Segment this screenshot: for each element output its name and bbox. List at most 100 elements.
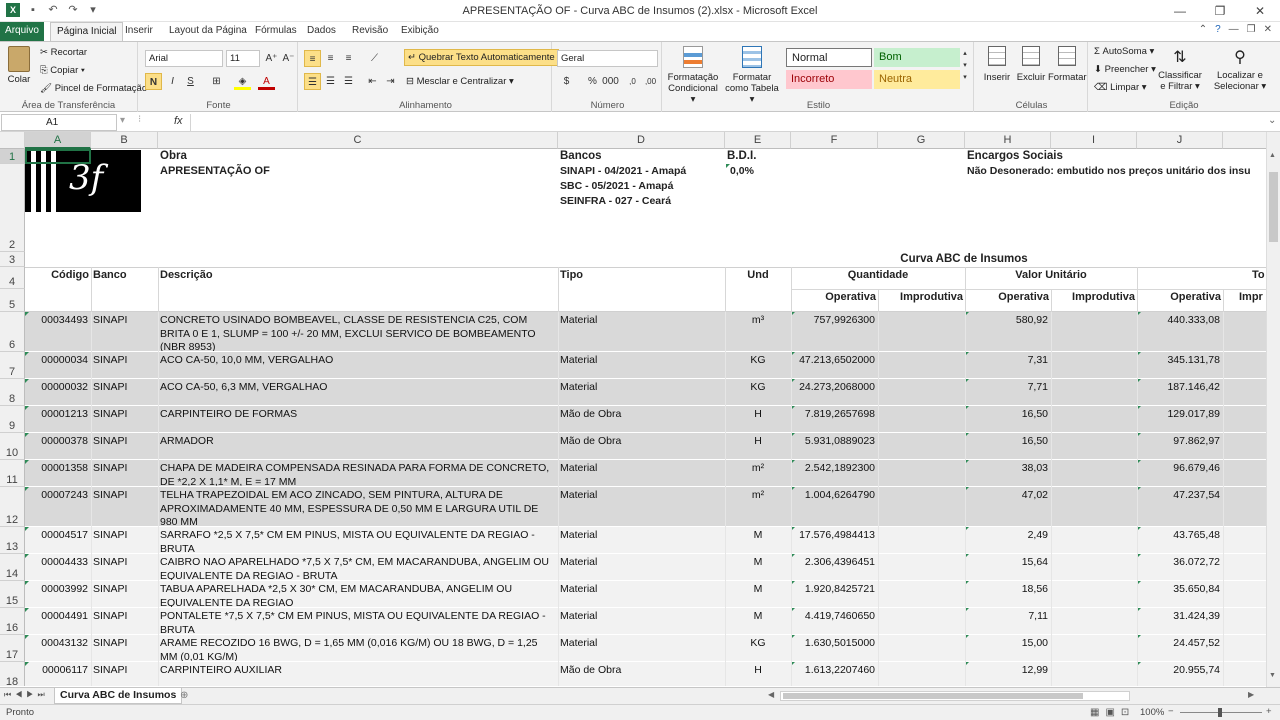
cell-tipo[interactable]: Material (560, 610, 723, 634)
sheet-nav-icon[interactable]: ⏮◀▶⏭ (4, 690, 49, 700)
vertical-scroll-thumb[interactable] (1269, 172, 1278, 242)
cell-total[interactable]: 129.017,89 (1137, 408, 1220, 432)
row-header[interactable]: 9 (0, 406, 25, 433)
style-bom[interactable]: Bom (874, 48, 960, 67)
cell-quantidade[interactable]: 1.920,8425721 (791, 583, 875, 607)
cell-total[interactable]: 187.146,42 (1137, 381, 1220, 405)
font-size-select[interactable]: 11 (226, 50, 260, 67)
tab-dados[interactable]: Dados (301, 22, 342, 41)
col-header-b[interactable]: B (91, 132, 158, 149)
cell-total[interactable]: 440.333,08 (1137, 314, 1220, 351)
grow-font-icon[interactable]: A⁺ (263, 50, 280, 67)
cell-tipo[interactable]: Material (560, 489, 723, 526)
cell-banco[interactable]: SINAPI (93, 381, 157, 405)
clear-button[interactable]: ⌫ Limpar ▾ (1094, 82, 1147, 93)
align-top-icon[interactable]: ≡ (304, 50, 321, 67)
cell-quantidade[interactable]: 17.576,4984413 (791, 529, 875, 553)
wrap-text-button[interactable]: ↵ Quebrar Texto Automaticamente (404, 49, 559, 66)
minimize-icon[interactable]: — (1160, 0, 1200, 22)
new-sheet-icon[interactable]: ⊕ (180, 690, 188, 701)
cell-descricao[interactable]: CONCRETO USINADO BOMBEAVEL, CLASSE DE RE… (160, 314, 556, 351)
cell-codigo[interactable]: 00001358 (25, 462, 88, 486)
cell-tipo[interactable]: Material (560, 462, 723, 486)
cell-valor-unitario[interactable]: 38,03 (965, 462, 1048, 486)
font-color-icon[interactable]: A (258, 73, 275, 90)
insert-cells-button[interactable]: Inserir (980, 46, 1014, 83)
cell-descricao[interactable]: TABUA APARELHADA *2,5 X 30* CM, EM MACAR… (160, 583, 556, 607)
cell-total[interactable]: 96.679,46 (1137, 462, 1220, 486)
decrease-indent-icon[interactable]: ⇤ (364, 73, 381, 90)
cell-codigo[interactable]: 00007243 (25, 489, 88, 526)
align-center-icon[interactable]: ☰ (322, 73, 339, 90)
col-header-e[interactable]: E (725, 132, 791, 149)
autosum-button[interactable]: Σ AutoSoma ▾ (1094, 46, 1154, 57)
cell-und[interactable]: H (725, 664, 791, 686)
cell-banco[interactable]: SINAPI (93, 354, 157, 378)
zoom-out-icon[interactable]: − (1168, 706, 1174, 717)
cell-codigo[interactable]: 00000032 (25, 381, 88, 405)
currency-icon[interactable]: $ (558, 73, 575, 90)
scroll-down-icon[interactable]: ▼ (1269, 672, 1276, 679)
format-as-table-button[interactable]: Formatar como Tabela ▾ (722, 46, 782, 105)
cell-valor-unitario[interactable]: 16,50 (965, 435, 1048, 459)
scroll-left-icon[interactable]: ◀ (768, 690, 774, 699)
bold-icon[interactable]: N (145, 73, 162, 90)
cell-codigo[interactable]: 00004433 (25, 556, 88, 580)
tab-inserir[interactable]: Inserir (119, 22, 159, 41)
tab-arquivo[interactable]: Arquivo (0, 22, 44, 41)
zoom-slider-thumb[interactable] (1218, 708, 1222, 717)
copy-button[interactable]: ⎘ Copiar ▾ (40, 65, 85, 76)
cell-banco[interactable]: SINAPI (93, 529, 157, 553)
row-header[interactable]: 5 (0, 289, 25, 312)
format-painter-button[interactable]: 🖌 Pincel de Formatação (40, 83, 147, 94)
orientation-icon[interactable]: ⟋ (366, 50, 383, 67)
col-header-c[interactable]: C (158, 132, 558, 149)
sort-filter-button[interactable]: ⇅ Classificar e Filtrar ▾ (1156, 46, 1204, 92)
paste-button[interactable]: Colar (5, 46, 33, 85)
cell-und[interactable]: M (725, 610, 791, 634)
row-header[interactable]: 3 (0, 252, 25, 267)
align-middle-icon[interactable]: ≡ (322, 50, 339, 67)
number-format-select[interactable]: Geral (557, 50, 658, 67)
cell-descricao[interactable]: CARPINTEIRO DE FORMAS (160, 408, 556, 432)
cell-tipo[interactable]: Mão de Obra (560, 664, 723, 686)
style-normal[interactable]: Normal (786, 48, 872, 67)
cell-codigo[interactable]: 00001213 (25, 408, 88, 432)
cell-codigo[interactable]: 00004491 (25, 610, 88, 634)
cell-und[interactable]: KG (725, 381, 791, 405)
cell-valor-unitario[interactable]: 12,99 (965, 664, 1048, 686)
cell-quantidade[interactable]: 2.542,1892300 (791, 462, 875, 486)
conditional-format-button[interactable]: Formatação Condicional ▾ (666, 46, 720, 105)
fill-button[interactable]: ⬇ Preencher ▾ (1094, 64, 1156, 75)
cell-tipo[interactable]: Material (560, 381, 723, 405)
cell-valor-unitario[interactable]: 7,31 (965, 354, 1048, 378)
cell-total[interactable]: 35.650,84 (1137, 583, 1220, 607)
cell-banco[interactable]: SINAPI (93, 610, 157, 634)
cell-und[interactable]: M (725, 556, 791, 580)
row-header[interactable]: 10 (0, 433, 25, 460)
cut-button[interactable]: ✂ Recortar (40, 47, 87, 58)
cell-und[interactable]: m² (725, 462, 791, 486)
cell-und[interactable]: M (725, 583, 791, 607)
cell-und[interactable]: H (725, 435, 791, 459)
insert-function-icon[interactable]: fx (174, 115, 183, 127)
decrease-decimal-icon[interactable]: ,00 (642, 73, 659, 90)
row-header[interactable]: 12 (0, 487, 25, 527)
cell-descricao[interactable]: TELHA TRAPEZOIDAL EM ACO ZINCADO, SEM PI… (160, 489, 556, 526)
cell-tipo[interactable]: Material (560, 556, 723, 580)
cell-und[interactable]: m² (725, 489, 791, 526)
cell-banco[interactable]: SINAPI (93, 435, 157, 459)
font-name-select[interactable]: Arial (145, 50, 223, 67)
delete-cells-button[interactable]: Excluir (1014, 46, 1048, 83)
row-header[interactable]: 16 (0, 608, 25, 635)
format-cells-button[interactable]: Formatar (1048, 46, 1087, 83)
col-header-k[interactable] (1223, 132, 1266, 149)
row-header[interactable]: 4 (0, 267, 25, 289)
increase-indent-icon[interactable]: ⇥ (382, 73, 399, 90)
cell-tipo[interactable]: Material (560, 529, 723, 553)
align-bottom-icon[interactable]: ≡ (340, 50, 357, 67)
row-header[interactable]: 15 (0, 581, 25, 608)
cell-banco[interactable]: SINAPI (93, 583, 157, 607)
cell-codigo[interactable]: 00043132 (25, 637, 88, 661)
sheet-tab-curva-abc[interactable]: Curva ABC de Insumos (54, 688, 183, 704)
